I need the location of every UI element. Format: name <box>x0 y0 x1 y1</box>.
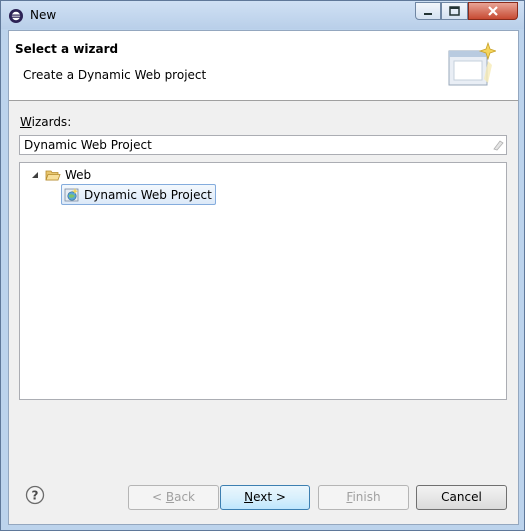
wizard-tree[interactable]: Web Dynamic Web Project <box>19 162 507 400</box>
clear-filter-icon[interactable] <box>492 139 504 151</box>
new-wizard-window: New Select a wizard Create a Dynamic Web… <box>0 0 525 531</box>
maximize-button[interactable] <box>441 2 468 20</box>
title-bar[interactable]: New <box>1 1 524 29</box>
expanded-triangle-icon[interactable] <box>30 170 40 180</box>
svg-text:?: ? <box>32 489 39 503</box>
wizard-header: Select a wizard Create a Dynamic Web pro… <box>9 31 518 101</box>
tree-item-dynamic-web-project[interactable]: Dynamic Web Project <box>61 184 216 205</box>
close-button[interactable] <box>468 2 518 20</box>
cancel-button[interactable]: Cancel <box>416 485 507 510</box>
wizard-filter-input[interactable] <box>19 135 507 155</box>
minimize-button[interactable] <box>415 2 441 20</box>
dynamic-web-project-icon <box>64 187 79 201</box>
dialog-body: Select a wizard Create a Dynamic Web pro… <box>8 30 519 525</box>
new-wizard-banner-icon <box>448 41 496 86</box>
finish-button[interactable]: Finish <box>318 485 409 510</box>
back-button[interactable]: < Back <box>128 485 219 510</box>
wizards-label: Wizards: <box>20 115 72 129</box>
folder-open-icon <box>45 170 61 180</box>
help-icon[interactable]: ? <box>25 485 45 505</box>
eclipse-icon <box>9 9 23 23</box>
header-description: Create a Dynamic Web project <box>23 68 207 82</box>
window-title: New <box>30 8 57 22</box>
header-title: Select a wizard <box>15 42 119 56</box>
tree-item-label: Web <box>65 167 92 182</box>
button-bar: ? < Back Next > Finish Cancel <box>9 461 518 521</box>
minimize-icon <box>424 13 432 15</box>
close-icon <box>488 6 498 16</box>
tree-item-web[interactable]: Web <box>30 165 91 184</box>
next-button[interactable]: Next > <box>220 485 310 510</box>
maximize-icon <box>449 6 460 16</box>
tree-item-label: Dynamic Web Project <box>84 187 212 202</box>
